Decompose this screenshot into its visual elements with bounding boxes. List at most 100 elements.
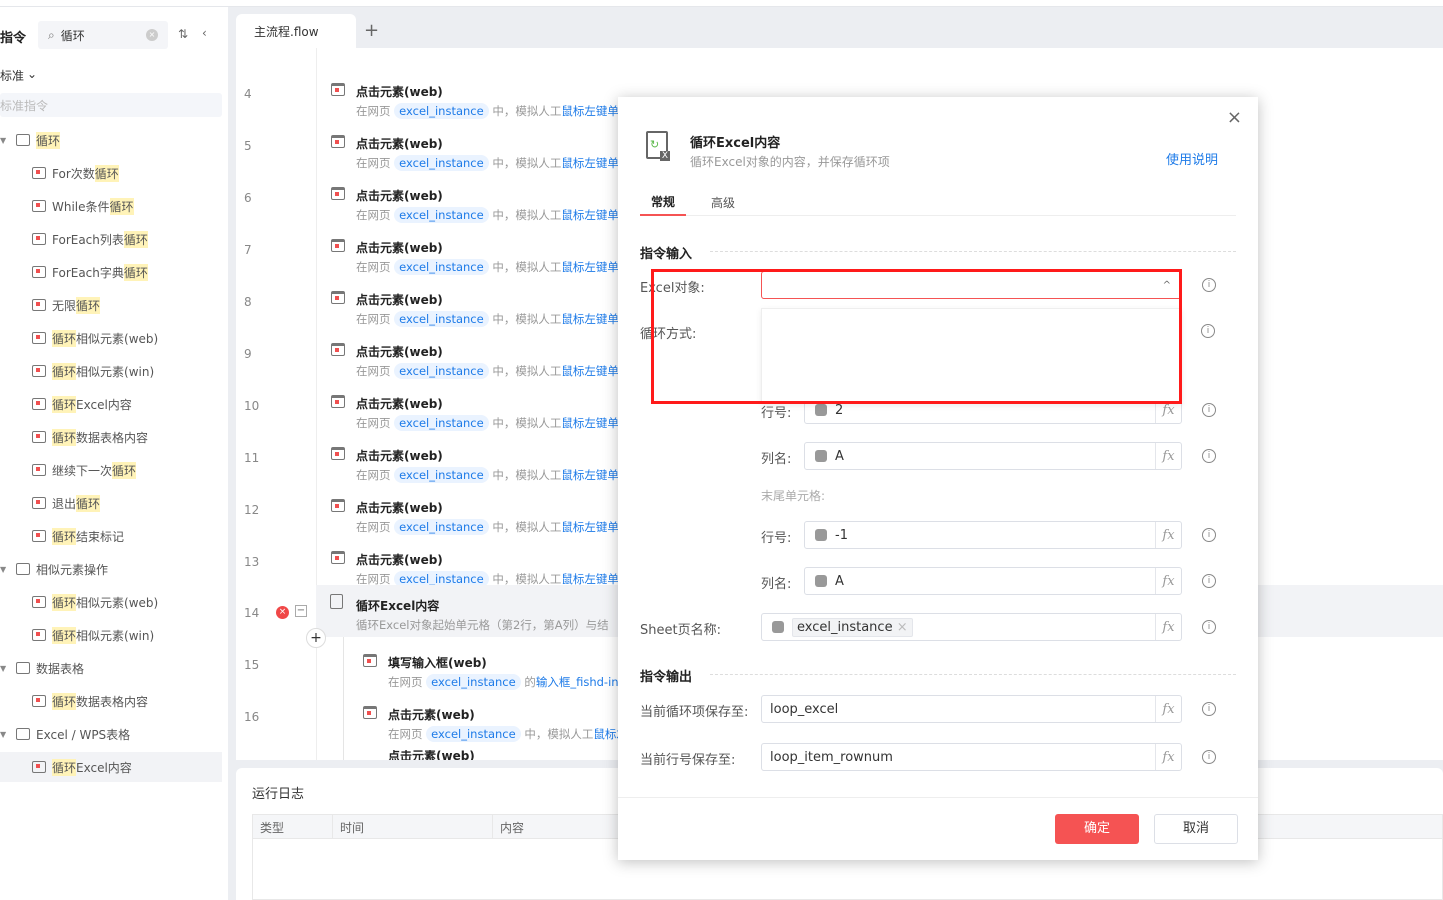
fx-icon[interactable]: fx [1155, 696, 1181, 722]
col-type: 类型 [253, 815, 333, 838]
info-icon[interactable]: i [1202, 574, 1216, 588]
sidebar-item[interactable]: 循环 相似元素(web) [0, 323, 222, 353]
row-title: 点击元素(web) [388, 750, 475, 760]
command-icon [32, 497, 46, 509]
search-highlight: 循环 [52, 527, 77, 545]
tab-general[interactable]: 常规 [640, 193, 686, 216]
end-col-input[interactable]: Afx [804, 567, 1182, 595]
row-title: 点击元素(web) [356, 241, 443, 255]
row-desc: 在网页 excel_instance 中，模拟人工鼠标左键单 [356, 467, 619, 483]
collapse-icon[interactable]: ‹ [202, 26, 207, 40]
save-item-input[interactable]: loop_excel fx [761, 695, 1182, 723]
sidebar-item[interactable]: 循环 Excel内容 [0, 389, 222, 419]
row-desc: 在网页 excel_instance 中，模拟人工鼠标左键单 [356, 259, 619, 275]
sidebar-item[interactable]: 循环 相似元素(win) [0, 620, 222, 650]
info-icon[interactable]: i [1202, 278, 1216, 292]
search-highlight: 循环 [109, 197, 134, 215]
category-icon [16, 563, 30, 575]
info-icon[interactable]: i [1202, 750, 1216, 764]
close-icon[interactable]: × [1227, 107, 1242, 128]
search-input[interactable]: ⌕ 循环 × [38, 21, 168, 49]
item-label: 相似元素(win) [76, 364, 155, 379]
tab-main-flow[interactable]: 主流程.flow [236, 14, 356, 48]
sidebar-item[interactable]: 循环 数据表格内容 [0, 686, 222, 716]
add-step-button[interactable]: + [306, 628, 326, 648]
sidebar-item[interactable]: 循环 结束标记 [0, 521, 222, 551]
search-highlight: 循环 [52, 758, 77, 776]
search-highlight: 循环 [123, 230, 148, 248]
filter-dropdown[interactable]: 标准 ⌄ [0, 67, 37, 84]
row-title: 点击元素(web) [356, 189, 443, 203]
sort-icon[interactable]: ⇅ [178, 27, 188, 41]
desc-link: 鼠标左键单 [561, 520, 619, 534]
search-highlight: 循环 [52, 428, 77, 446]
sidebar-item[interactable]: For次数 循环 [0, 158, 222, 188]
sidebar: 指令 ⌕ 循环 × ⇅ ‹ 标准 ⌄ 标准指令 ▼ 循环 For次数 循环 While条件… [0, 7, 228, 900]
info-icon[interactable]: i [1202, 620, 1216, 634]
help-link[interactable]: 使用说明 [1166, 149, 1218, 168]
row-title: 点击元素(web) [356, 449, 443, 463]
start-col-value: A [835, 448, 844, 464]
end-row-input[interactable]: -1 fx [804, 521, 1182, 549]
start-col-input[interactable]: Afx [804, 442, 1182, 470]
remove-tag-icon[interactable]: × [897, 620, 908, 635]
sidebar-item[interactable]: 循环 Excel内容 [0, 752, 222, 782]
sidebar-category[interactable]: ▼ 循环 [0, 125, 222, 155]
search-highlight: 循环 [112, 461, 137, 479]
desc-text: 在网页 [356, 156, 391, 170]
variable-chip: excel_instance [426, 674, 521, 690]
python-icon [772, 621, 784, 633]
sidebar-item[interactable]: 循环 数据表格内容 [0, 422, 222, 452]
line-number: 8 [244, 295, 252, 309]
confirm-button[interactable]: 确定 [1055, 814, 1139, 844]
add-tab-button[interactable]: + [364, 20, 379, 41]
desc-text: 中，模拟人工 [492, 572, 562, 586]
sheet-name-input[interactable]: excel_instance × fx [761, 613, 1182, 641]
command-icon [32, 530, 46, 542]
fx-icon[interactable]: fx [1155, 744, 1181, 770]
sidebar-item[interactable]: 循环 相似元素(win) [0, 356, 222, 386]
variable-chip: excel_instance [394, 363, 489, 379]
sidebar-category[interactable]: ▼ Excel / WPS表格 [0, 719, 222, 749]
info-icon[interactable]: i [1202, 403, 1216, 417]
error-icon[interactable]: × [276, 606, 289, 619]
sidebar-category[interactable]: ▼ 数据表格 [0, 653, 222, 683]
desc-link: 鼠标左键单 [561, 208, 619, 222]
save-row-input[interactable]: loop_item_rownum fx [761, 743, 1182, 771]
sidebar-category[interactable]: ▼ 相似元素操作 [0, 554, 222, 584]
info-icon[interactable]: i [1202, 449, 1216, 463]
command-icon [32, 629, 46, 641]
sidebar-item[interactable]: 无限 循环 [0, 290, 222, 320]
end-col-value: A [835, 573, 844, 589]
collapse-block-icon[interactable]: − [295, 605, 307, 617]
sidebar-item[interactable]: While条件 循环 [0, 191, 222, 221]
line-number: 4 [244, 87, 252, 101]
sidebar-item[interactable]: ForEach列表 循环 [0, 224, 222, 254]
sidebar-item[interactable]: 退出 循环 [0, 488, 222, 518]
fx-icon[interactable]: fx [1155, 568, 1181, 594]
info-icon[interactable]: i [1202, 702, 1216, 716]
line-number: 6 [244, 191, 252, 205]
fx-icon[interactable]: fx [1155, 614, 1181, 640]
end-row-label: 行号: [761, 531, 792, 546]
sidebar-item[interactable]: 继续下一次 循环 [0, 455, 222, 485]
item-label: 数据表格内容 [76, 694, 149, 709]
tab-advanced[interactable]: 高级 [711, 194, 735, 211]
command-icon [32, 761, 46, 773]
fx-icon[interactable]: fx [1155, 443, 1181, 469]
fx-icon[interactable]: fx [1155, 522, 1181, 548]
sidebar-item[interactable]: ForEach字典 循环 [0, 257, 222, 287]
end-col-label: 列名: [761, 577, 792, 592]
desc-text: 中，模拟人工 [492, 156, 562, 170]
info-icon[interactable]: i [1202, 528, 1216, 542]
desc-link: 鼠标左键单 [561, 260, 619, 274]
category-input[interactable]: 标准指令 [0, 93, 222, 117]
desc-link: 鼠标左键单 [561, 572, 619, 586]
clear-icon[interactable]: × [146, 29, 158, 41]
desc-link: 输入框_fishd-inp [535, 675, 626, 689]
sidebar-item[interactable]: 循环 相似元素(web) [0, 587, 222, 617]
info-icon[interactable]: i [1201, 324, 1215, 338]
cancel-button[interactable]: 取消 [1154, 814, 1238, 844]
desc-text: 中，模拟人工 [492, 468, 562, 482]
search-highlight: 循环 [52, 395, 77, 413]
